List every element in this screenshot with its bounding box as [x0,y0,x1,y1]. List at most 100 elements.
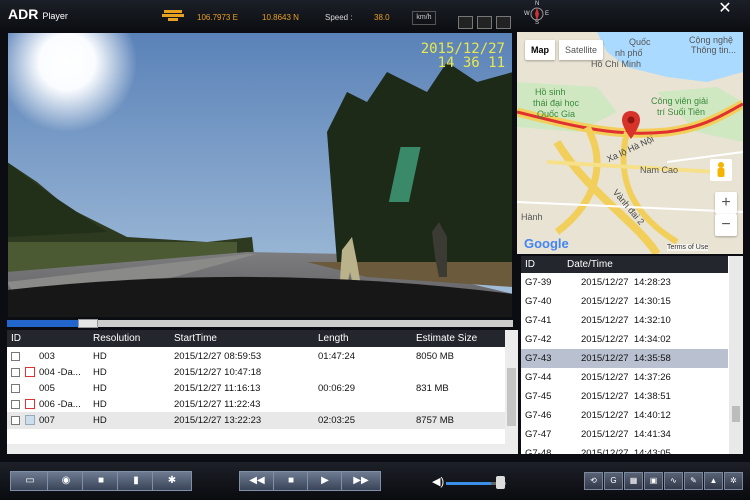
file-checkbox[interactable] [11,368,20,377]
file-header-resolution[interactable]: Resolution [93,330,140,347]
compass-icon: N S E W [524,1,550,27]
clip-list-scrollbar[interactable] [729,256,743,454]
stop-button[interactable]: ■ [273,471,309,491]
file-list-row[interactable]: 006 -Da... HD 2015/12/27 11:22:43 [7,396,505,413]
map-label-cong-vien: Công viên giải [651,96,709,106]
play-button[interactable]: ▶ [307,471,343,491]
clip-list-row[interactable]: G7-42 2015/12/27 14:34:02 [521,330,728,349]
fast-forward-button[interactable]: ▶▶ [341,471,381,491]
file-header-id[interactable]: ID [11,330,21,347]
layout-map-button[interactable] [496,16,511,29]
layout-single-button[interactable] [458,16,473,29]
file-list-row[interactable]: 003 HD 2015/12/27 08:59:53 01:47:24 8050 MB [7,348,505,365]
clip-list-row[interactable]: G7-48 2015/12/27 14:43:05 [521,444,728,454]
file-header-length[interactable]: Length [318,330,349,347]
snapshot-button[interactable]: ◉ [47,471,85,491]
options-button[interactable]: ✲ [724,472,743,490]
clip-header-id[interactable]: ID [525,256,535,273]
map-terms-link[interactable]: Terms of Use [667,244,709,251]
layout-split-button[interactable] [477,16,492,29]
file-list: ID Resolution StartTime Length Estimate … [7,330,518,454]
progress-handle[interactable] [77,319,98,328]
gear-icon: ✱ [167,475,177,486]
satellite-type-button[interactable]: Satellite [559,40,604,60]
clip-list-row[interactable]: G7-44 2015/12/27 14:37:26 [521,368,728,387]
clip-list-row[interactable]: G7-45 2015/12/27 14:38:51 [521,387,728,406]
settings-button[interactable]: ✱ [152,471,192,491]
clip-header-datetime[interactable]: Date/Time [567,256,613,273]
file-list-row[interactable]: 005 HD 2015/12/27 11:16:13 00:06:29 831 MB [7,380,505,397]
fast-forward-icon: ▶▶ [353,475,369,486]
clip-list: ID Date/Time G7-39 2015/12/27 14:28:23 G7-… [521,256,743,454]
view-map-button[interactable]: ▦ [624,472,643,490]
file-list-row[interactable]: 007 HD 2015/12/27 13:22:23 02:03:25 8757 MB [7,412,505,429]
clip-list-row[interactable]: G7-41 2015/12/27 14:32:10 [521,311,728,330]
video-player[interactable]: 2015/12/27 14 36 11 [7,32,513,318]
file-id: 006 -Da... [39,399,81,410]
file-length: 00:06:29 [318,383,355,394]
options-icon: ✲ [730,476,737,485]
graph-icon: ∿ [670,476,677,485]
volume-icon: ◀) [432,476,445,488]
map-type-button[interactable]: Map [525,40,555,60]
loop-button[interactable]: ⟲ [584,472,603,490]
file-header-starttime[interactable]: StartTime [174,330,217,347]
clip-list-row[interactable]: G7-43 2015/12/27 14:35:58 [521,349,728,368]
clip-id: G7-43 [525,353,552,364]
map-panel[interactable]: Map Satellite Quốc nh phố Hồ Chí Minh Cộ… [517,32,743,254]
video-time: 14 36 11 [437,55,505,71]
file-header-estimate-size[interactable]: Estimate Size [416,330,477,347]
file-checkbox[interactable] [11,400,20,409]
map-label-thong-tin: Thông tin... [691,45,737,55]
file-checkbox[interactable] [11,352,20,361]
progress-fill [7,320,78,327]
lock-button[interactable]: ▲ [704,472,723,490]
map-label-ho-sinh: Hồ sinh [535,87,566,97]
file-list-scroll-thumb[interactable] [507,368,516,426]
app-title-main: ADR [8,6,39,22]
clip-list-row[interactable]: G7-40 2015/12/27 14:30:15 [521,292,728,311]
file-list-hscrollbar[interactable] [7,444,505,454]
clip-datetime: 2015/12/27 14:30:15 [581,296,671,307]
file-checkbox[interactable] [11,384,20,393]
close-icon: ✕ [718,0,732,17]
save-button[interactable]: ■ [82,471,120,491]
file-list-row[interactable]: 004 -Da... HD 2015/12/27 10:47:18 [7,364,505,381]
file-list-scrollbar[interactable] [505,330,518,454]
pegman-button[interactable] [710,159,732,181]
file-resolution: HD [93,383,107,394]
trash-icon: ▮ [133,475,139,486]
zoom-in-button[interactable]: + [715,192,737,214]
zoom-out-button[interactable]: − [715,214,737,236]
rewind-button[interactable]: ◀◀ [239,471,275,491]
close-button[interactable]: ✕ [710,0,740,18]
file-id: 007 [39,415,55,426]
gsensor-button[interactable]: G [604,472,623,490]
tools-button[interactable]: ✎ [684,472,703,490]
clip-list-row[interactable]: G7-46 2015/12/27 14:40:12 [521,406,728,425]
map-pin-icon[interactable] [622,111,640,139]
title-bar: ADR Player 106.7973 E 10.8643 N Speed : 3… [0,0,750,30]
speed-unit-button[interactable]: km/h [412,11,436,25]
file-checkbox[interactable] [11,416,20,425]
compass-north: N [535,1,540,7]
clip-datetime: 2015/12/27 14:43:05 [581,448,671,454]
file-starttime: 2015/12/27 10:47:18 [174,367,262,378]
compass-south: S [535,20,540,26]
wrench-icon: ✎ [690,476,697,485]
delete-button[interactable]: ▮ [117,471,155,491]
map-label-cong-nghe: Cộng nghệ [689,35,734,45]
photo-view-button[interactable]: ▣ [644,472,663,490]
clip-list-row[interactable]: G7-47 2015/12/27 14:41:34 [521,425,728,444]
graph-button[interactable]: ∿ [664,472,683,490]
clip-list-row[interactable]: G7-39 2015/12/27 14:28:23 [521,273,728,292]
clip-list-scroll-thumb[interactable] [732,406,740,422]
file-id: 004 -Da... [39,367,81,378]
clip-datetime: 2015/12/27 14:34:02 [581,334,671,345]
app-title-sub: Player [42,11,68,21]
volume-handle[interactable] [496,476,505,489]
playback-progress-bar[interactable] [7,319,513,328]
rewind-icon: ◀◀ [249,475,265,486]
open-folder-button[interactable]: ▭ [10,471,50,491]
map-label-suoi-tien: trí Suối Tiên [657,107,706,117]
